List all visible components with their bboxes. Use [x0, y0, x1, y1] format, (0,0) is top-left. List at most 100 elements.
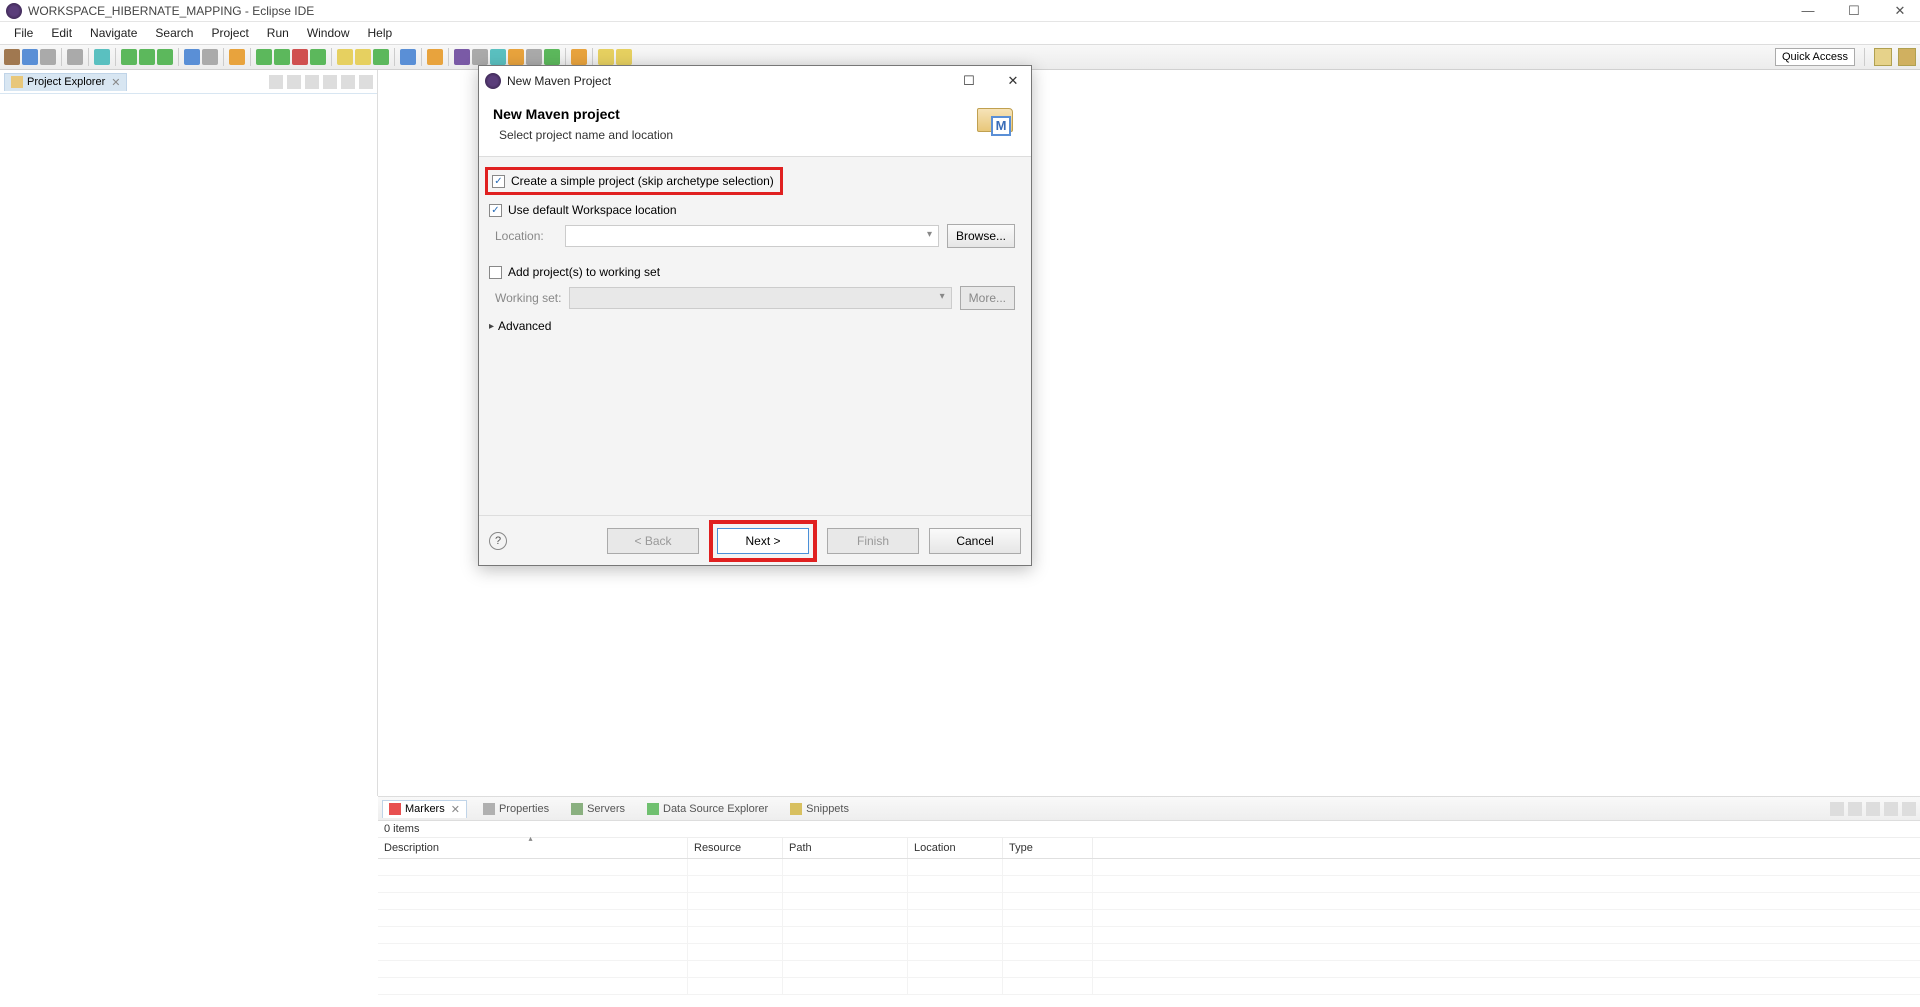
perspective-button-1[interactable]	[1874, 48, 1892, 66]
new-package-icon[interactable]	[355, 49, 371, 65]
task-icon[interactable]	[454, 49, 470, 65]
close-tab-icon[interactable]: ✕	[111, 76, 120, 89]
maximize-view2-icon[interactable]	[1902, 802, 1916, 816]
view-menu-icon[interactable]	[323, 75, 337, 89]
globe2-icon[interactable]	[490, 49, 506, 65]
open-type-icon[interactable]	[400, 49, 416, 65]
working-set-checkbox[interactable]: ✓	[489, 266, 502, 279]
dialog-close-button[interactable]: ✕	[1001, 73, 1025, 89]
tab-datasource-label: Data Source Explorer	[663, 803, 768, 815]
tab-datasource[interactable]: Data Source Explorer	[641, 801, 774, 817]
menu-window[interactable]: Window	[299, 24, 358, 42]
col-description[interactable]: Description ▴	[378, 838, 688, 858]
default-workspace-checkbox[interactable]: ✓	[489, 204, 502, 217]
menu-file[interactable]: File	[6, 24, 41, 42]
menu-project[interactable]: Project	[203, 24, 256, 42]
class-icon[interactable]	[184, 49, 200, 65]
maximize-button[interactable]: ☐	[1840, 3, 1868, 19]
pin-icon[interactable]	[544, 49, 560, 65]
back-icon[interactable]	[598, 49, 614, 65]
menu-search[interactable]: Search	[147, 24, 201, 42]
maximize-view-icon[interactable]	[359, 75, 373, 89]
tab-markers[interactable]: Markers ✕	[382, 800, 467, 818]
servers-icon	[571, 803, 583, 815]
col-location[interactable]: Location	[908, 838, 1003, 858]
advanced-toggle[interactable]: Advanced	[485, 313, 1025, 339]
tab-servers[interactable]: Servers	[565, 801, 631, 817]
close-button[interactable]: ✕	[1886, 3, 1914, 19]
menu-navigate[interactable]: Navigate	[82, 24, 145, 42]
menubar: File Edit Navigate Search Project Run Wi…	[0, 22, 1920, 44]
indent-icon[interactable]	[526, 49, 542, 65]
new-class-icon[interactable]	[373, 49, 389, 65]
debug-icon[interactable]	[256, 49, 272, 65]
default-workspace-checkbox-row[interactable]: ✓ Use default Workspace location	[485, 199, 1025, 221]
dialog-maximize-button[interactable]: ☐	[957, 73, 981, 89]
project-explorer-tab[interactable]: Project Explorer ✕	[4, 73, 127, 91]
run-icon[interactable]	[274, 49, 290, 65]
simple-project-checkbox-row[interactable]: ✓ Create a simple project (skip archetyp…	[485, 167, 783, 195]
working-set-combo	[569, 287, 951, 309]
tab-snippets[interactable]: Snippets	[784, 801, 855, 817]
working-set-checkbox-row[interactable]: ✓ Add project(s) to working set	[485, 261, 1025, 283]
step-over-icon[interactable]	[121, 49, 137, 65]
save-all-icon[interactable]	[40, 49, 56, 65]
table-row	[378, 893, 1920, 910]
focus-icon[interactable]	[1830, 802, 1844, 816]
quick-access-input[interactable]: Quick Access	[1775, 48, 1855, 66]
col-type[interactable]: Type	[1003, 838, 1093, 858]
package-icon[interactable]	[337, 49, 353, 65]
working-set-label: Working set:	[495, 291, 561, 305]
browse-button[interactable]: Browse...	[947, 224, 1015, 248]
table-icon[interactable]	[94, 49, 110, 65]
snippets-icon	[790, 803, 802, 815]
cancel-button[interactable]: Cancel	[929, 528, 1021, 554]
menu-run[interactable]: Run	[259, 24, 297, 42]
dialog-titlebar: New Maven Project ☐ ✕	[479, 66, 1031, 96]
dialog-footer: ? < Back Next > Finish Cancel	[479, 515, 1031, 565]
help-icon[interactable]: ?	[489, 532, 507, 550]
link-editor-icon[interactable]	[287, 75, 301, 89]
next-button[interactable]: Next >	[717, 528, 809, 554]
folder-icon[interactable]	[508, 49, 524, 65]
menu-help[interactable]: Help	[360, 24, 401, 42]
location-combo[interactable]	[565, 225, 939, 247]
filter-icon[interactable]	[305, 75, 319, 89]
project-explorer-panel: Project Explorer ✕	[0, 70, 378, 796]
new-maven-project-dialog: New Maven Project ☐ ✕ New Maven project …	[478, 65, 1032, 566]
menu-edit[interactable]: Edit	[43, 24, 80, 42]
class2-icon[interactable]	[202, 49, 218, 65]
minimize-view2-icon[interactable]	[1884, 802, 1898, 816]
col-path[interactable]: Path	[783, 838, 908, 858]
search-icon[interactable]	[427, 49, 443, 65]
dialog-content: ✓ Create a simple project (skip archetyp…	[479, 157, 1031, 515]
table-row	[378, 944, 1920, 961]
simple-project-checkbox[interactable]: ✓	[492, 175, 505, 188]
finish-button: Finish	[827, 528, 919, 554]
minimize-button[interactable]: —	[1794, 3, 1822, 19]
step-out-icon[interactable]	[157, 49, 173, 65]
outline-icon[interactable]	[571, 49, 587, 65]
coverage-icon[interactable]	[292, 49, 308, 65]
location-label: Location:	[495, 229, 557, 243]
step-into-icon[interactable]	[139, 49, 155, 65]
forward-icon[interactable]	[616, 49, 632, 65]
collapse-all-icon[interactable]	[269, 75, 283, 89]
save-icon[interactable]	[22, 49, 38, 65]
quick-access-area: Quick Access	[1775, 48, 1916, 66]
filter2-icon[interactable]	[1848, 802, 1862, 816]
minimize-view-icon[interactable]	[341, 75, 355, 89]
tab-snippets-label: Snippets	[806, 803, 849, 815]
perspective-button-2[interactable]	[1898, 48, 1916, 66]
separator	[421, 48, 422, 66]
col-resource[interactable]: Resource	[688, 838, 783, 858]
bookmark-icon[interactable]	[472, 49, 488, 65]
tab-properties[interactable]: Properties	[477, 801, 555, 817]
new-icon[interactable]	[4, 49, 20, 65]
view-menu2-icon[interactable]	[1866, 802, 1880, 816]
separator	[115, 48, 116, 66]
close-tab-icon[interactable]: ✕	[451, 803, 460, 816]
star-icon[interactable]	[229, 49, 245, 65]
run-config-icon[interactable]	[310, 49, 326, 65]
globe-icon[interactable]	[67, 49, 83, 65]
